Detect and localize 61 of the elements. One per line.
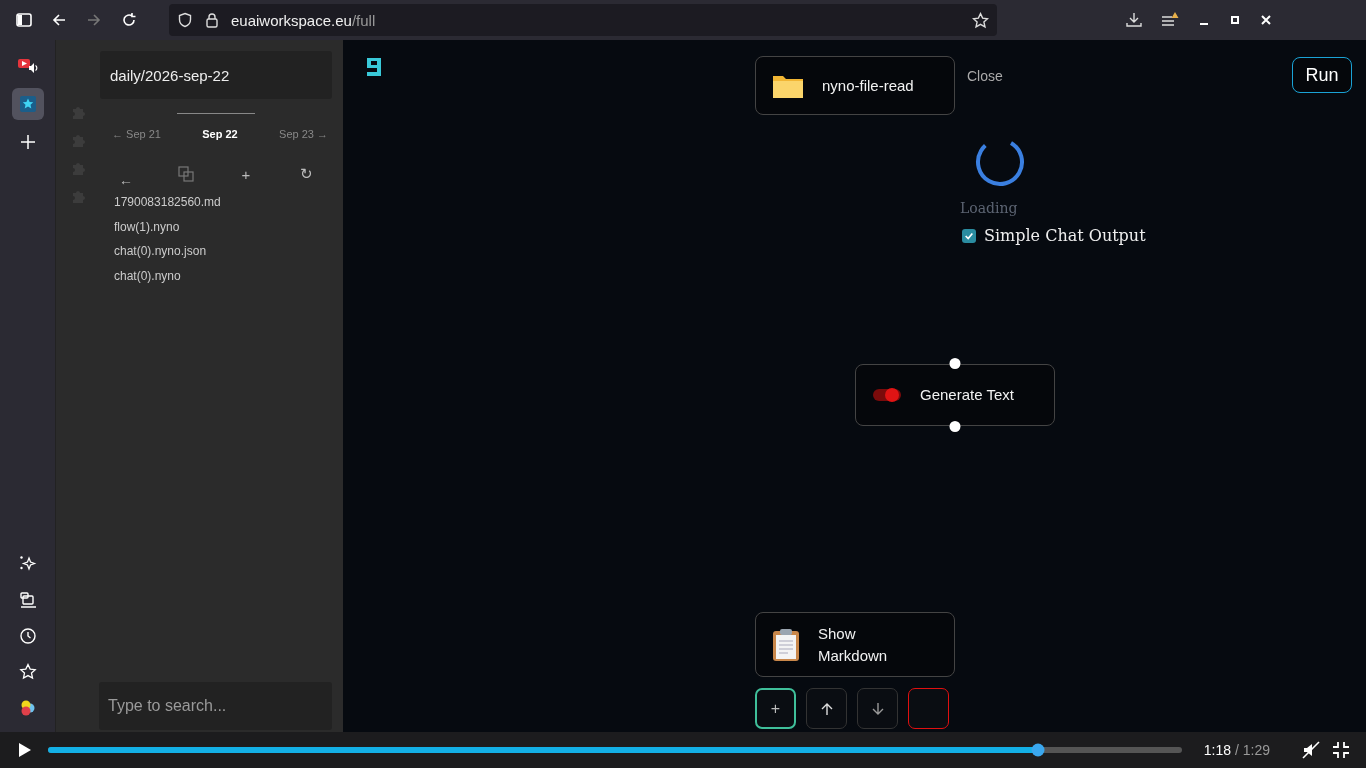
- current-time: 1:18: [1203, 742, 1231, 758]
- simple-chat-checkbox[interactable]: Simple Chat Output: [962, 226, 1146, 245]
- star-icon[interactable]: [18, 663, 37, 681]
- toggle-icon: [872, 387, 902, 403]
- exit-fullscreen-icon[interactable]: [1332, 741, 1350, 759]
- add-node-button[interactable]: +: [755, 688, 796, 729]
- total-time: / 1:29: [1234, 742, 1270, 758]
- video-sound-icon: [17, 58, 38, 74]
- forward-icon[interactable]: [86, 12, 102, 28]
- connection-port[interactable]: [949, 421, 961, 432]
- lock-icon: [204, 12, 220, 28]
- shield-icon[interactable]: [177, 12, 193, 28]
- back-button[interactable]: ←: [114, 168, 138, 192]
- clock-icon[interactable]: [18, 627, 37, 645]
- path-field[interactable]: daily/2026-sep-22: [100, 51, 332, 99]
- node-label: nyno-file-read: [822, 75, 914, 96]
- run-button[interactable]: Run: [1292, 57, 1352, 93]
- connection-port[interactable]: [949, 358, 961, 369]
- file-item[interactable]: 1790083182560.md: [114, 194, 332, 212]
- file-item[interactable]: flow(1).nyno: [114, 218, 332, 236]
- down-arrow-icon: [870, 701, 885, 716]
- file-item[interactable]: chat(0).nyno: [114, 267, 332, 285]
- day-link[interactable]: Sep 22: [202, 128, 238, 140]
- maximize-icon[interactable]: [1229, 14, 1241, 26]
- checkmark-icon: [964, 230, 974, 241]
- delete-button[interactable]: [908, 688, 949, 729]
- flow-node[interactable]: Generate Text: [855, 364, 1055, 426]
- day-link[interactable]: ← Sep 21: [112, 128, 161, 140]
- reload-icon[interactable]: [121, 12, 137, 28]
- file-item[interactable]: chat(0).nyno.json: [114, 243, 332, 261]
- copy-icon: [178, 166, 194, 182]
- bookmark-star-icon[interactable]: [972, 11, 989, 29]
- plus-icon: [20, 135, 35, 149]
- day-link[interactable]: Sep 23 →: [279, 128, 328, 140]
- move-down-button[interactable]: [857, 688, 898, 729]
- sidebar-toggle-icon[interactable]: [16, 12, 32, 28]
- back-icon[interactable]: [51, 12, 67, 28]
- close-link[interactable]: Close: [967, 68, 1003, 84]
- flow-node[interactable]: Show Markdown: [755, 612, 955, 677]
- node-label: Show Markdown: [818, 623, 889, 666]
- menu-icon[interactable]: [1161, 12, 1179, 28]
- url-text: euaiworkspace.eu/full: [231, 11, 376, 29]
- sidebar-tab[interactable]: [11, 88, 44, 120]
- node-label: Generate Text: [920, 385, 1014, 405]
- pixel-logo-icon: [365, 56, 383, 78]
- move-up-button[interactable]: [806, 688, 847, 729]
- clipboard-icon: [772, 627, 800, 662]
- loading-text: Loading: [960, 200, 1018, 216]
- close-icon[interactable]: [1260, 14, 1272, 26]
- sparkle-icon[interactable]: [18, 555, 37, 573]
- mute-icon[interactable]: [1302, 741, 1320, 759]
- star-app-icon: [19, 96, 36, 112]
- download-icon[interactable]: [1126, 12, 1142, 28]
- refresh-button[interactable]: ↻: [294, 162, 318, 186]
- address-bar[interactable]: euaiworkspace.eu/full: [169, 4, 997, 36]
- search-field[interactable]: Type to search...: [99, 682, 332, 730]
- add-button[interactable]: +: [234, 162, 258, 186]
- flow-node[interactable]: nyno-file-read: [755, 56, 955, 115]
- device-icon[interactable]: [18, 591, 37, 609]
- play-icon[interactable]: [18, 742, 32, 758]
- up-arrow-icon: [819, 701, 834, 716]
